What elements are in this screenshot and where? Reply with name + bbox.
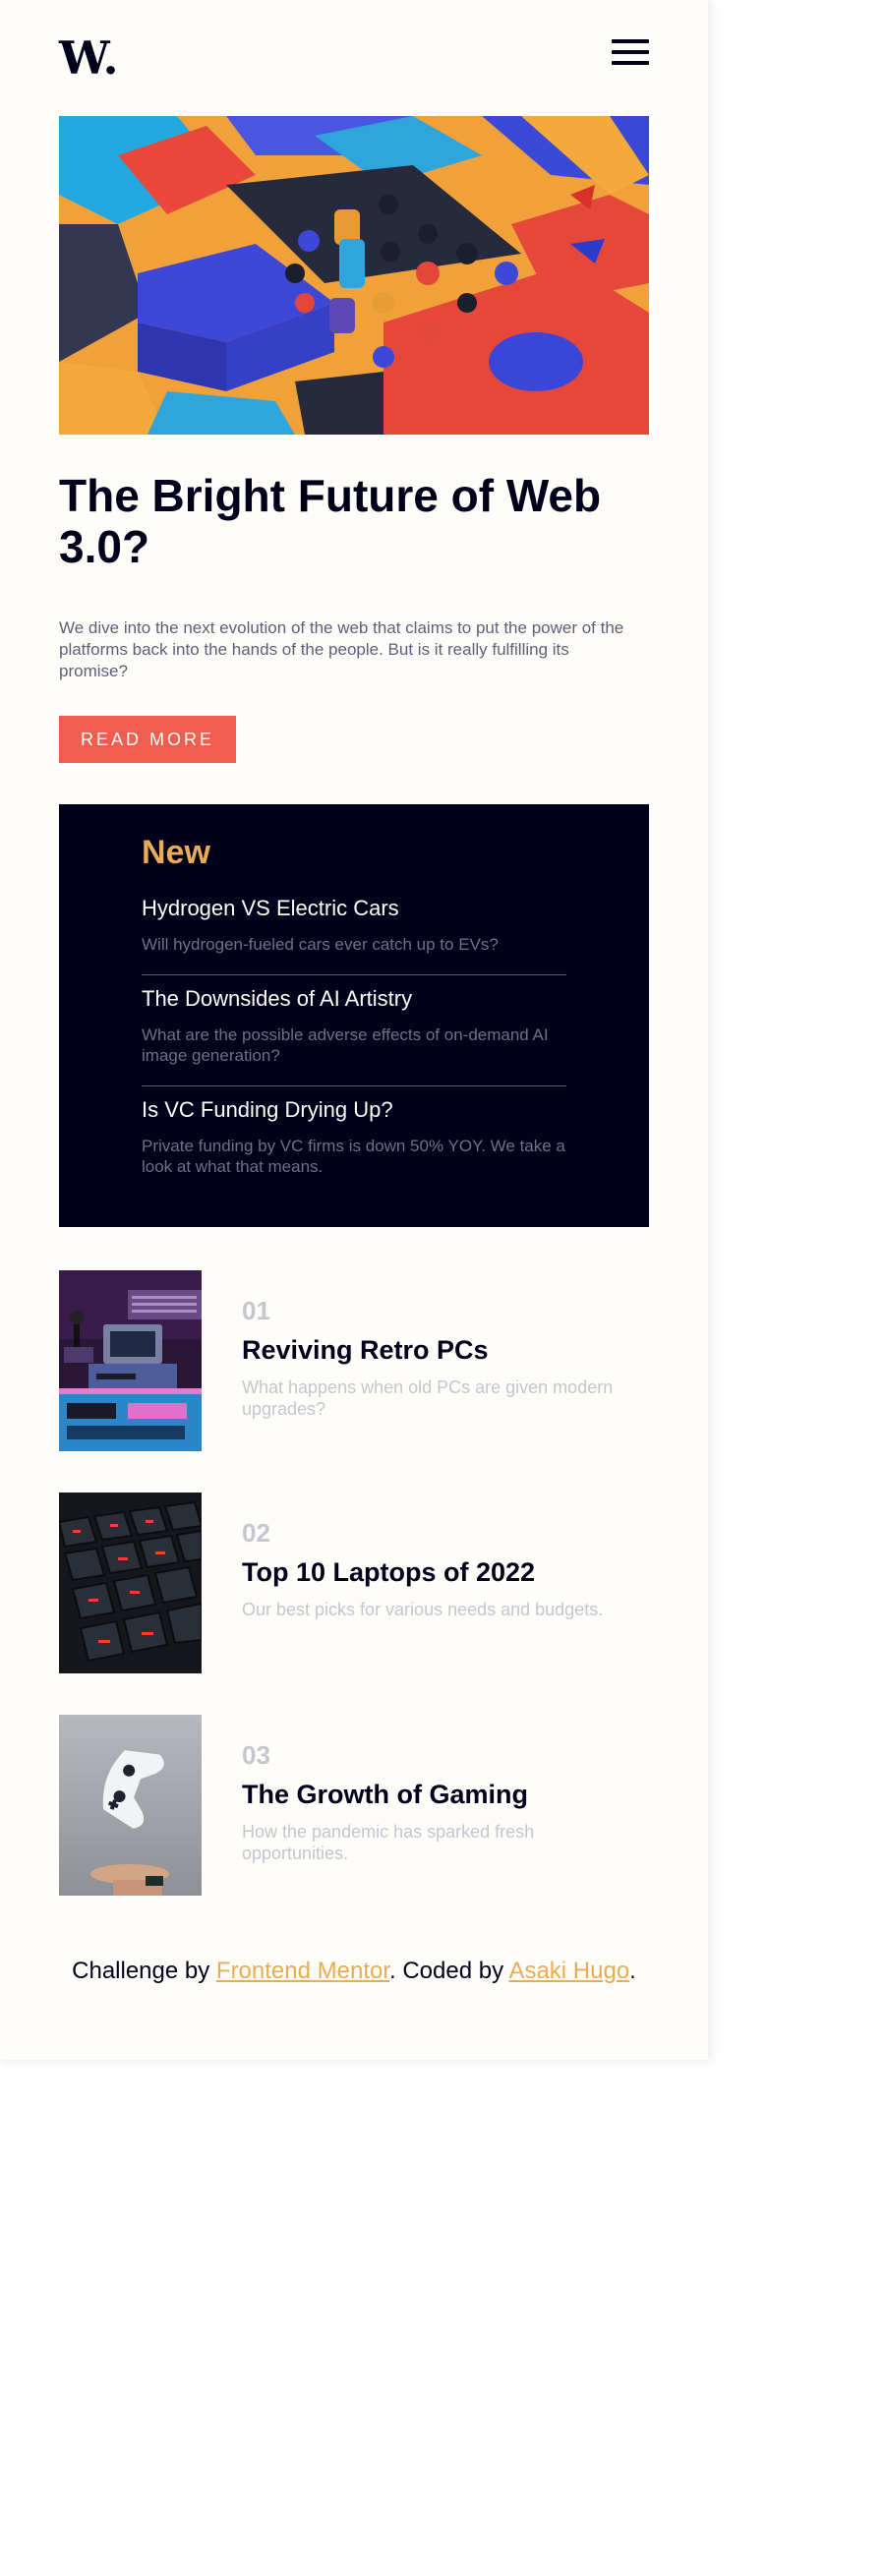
author-link[interactable]: Asaki Hugo (508, 1958, 629, 1984)
divider (142, 1085, 566, 1086)
footer-prefix: Challenge by (72, 1958, 216, 1984)
article-text: What happens when old PCs are given mode… (242, 1377, 614, 1419)
retro-pc-image (59, 1270, 202, 1451)
footer-middle: . Coded by (389, 1958, 509, 1984)
new-item-text: Private funding by VC firms is down 50% … (142, 1137, 565, 1176)
new-item: The Downsides of AI Artistry What are th… (142, 985, 566, 1066)
read-more-button[interactable]: READ MORE (59, 716, 236, 763)
list-item: 02 Top 10 Laptops of 2022 Our best picks… (59, 1493, 649, 1673)
article-number: 03 (242, 1740, 270, 1770)
new-item-title[interactable]: The Downsides of AI Artistry (142, 985, 566, 1013)
page-container: W. The Bright Future of Web 3.0? We dive… (0, 0, 708, 2060)
footer-suffix: . (629, 1958, 636, 1984)
new-item: Is VC Funding Drying Up? Private funding… (142, 1096, 566, 1177)
divider (142, 974, 566, 975)
new-articles-panel: New Hydrogen VS Electric Cars Will hydro… (59, 804, 649, 1227)
new-item-title[interactable]: Hydrogen VS Electric Cars (142, 895, 566, 922)
article-number: 02 (242, 1518, 270, 1548)
laptop-keyboard-image (59, 1493, 202, 1673)
new-item-title[interactable]: Is VC Funding Drying Up? (142, 1096, 566, 1124)
article-title[interactable]: Reviving Retro PCs (242, 1335, 489, 1366)
game-controller-image (59, 1715, 202, 1896)
article-title[interactable]: The Growth of Gaming (242, 1780, 528, 1810)
hero-image (59, 116, 649, 435)
attribution-footer: Challenge by Frontend Mentor. Coded by A… (59, 1957, 649, 1986)
hero-description: We dive into the next evolution of the w… (59, 618, 624, 680)
site-header: W. (59, 35, 649, 85)
new-section-heading: New (142, 834, 210, 871)
site-logo[interactable]: W. (59, 35, 119, 81)
list-item: 03 The Growth of Gaming How the pandemic… (59, 1715, 649, 1896)
article-number: 01 (242, 1296, 270, 1325)
article-text: Our best picks for various needs and bud… (242, 1600, 604, 1619)
article-title[interactable]: Top 10 Laptops of 2022 (242, 1557, 535, 1588)
new-item: Hydrogen VS Electric Cars Will hydrogen-… (142, 895, 566, 955)
hero-title: The Bright Future of Web 3.0? (59, 470, 602, 572)
list-item: 01 Reviving Retro PCs What happens when … (59, 1270, 649, 1451)
new-item-text: Will hydrogen-fueled cars ever catch up … (142, 935, 499, 954)
article-text: How the pandemic has sparked fresh oppor… (242, 1822, 535, 1863)
frontend-mentor-link[interactable]: Frontend Mentor (216, 1958, 389, 1984)
new-item-text: What are the possible adverse effects of… (142, 1025, 549, 1065)
hamburger-menu-icon[interactable] (612, 39, 649, 67)
